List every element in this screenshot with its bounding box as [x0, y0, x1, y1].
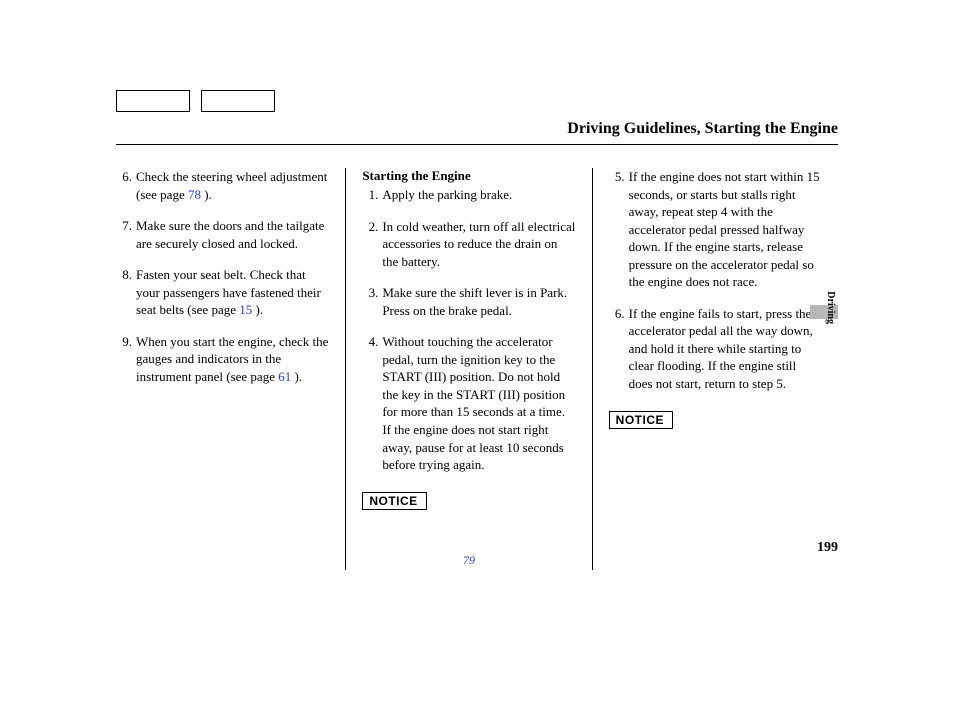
item-number: 3. [362, 284, 378, 319]
item-text: If the engine does not start within 15 s… [629, 168, 822, 291]
item-number: 7. [116, 217, 132, 252]
list-item: 6. If the engine fails to start, press t… [609, 305, 822, 393]
column-3: 5. If the engine does not start within 1… [592, 168, 838, 570]
item-text: Fasten your seat belt. Check that your p… [136, 266, 329, 319]
notice-box: NOTICE [362, 492, 426, 510]
item-number: 1. [362, 186, 378, 204]
item-number: 6. [609, 305, 625, 393]
page-link[interactable]: 61 [278, 369, 291, 384]
list-item: 6. Check the steering wheel adjustment (… [116, 168, 329, 203]
col1-list: 6. Check the steering wheel adjustment (… [116, 168, 329, 385]
item-text: Make sure the shift lever is in Park. Pr… [382, 284, 575, 319]
header-box-1 [116, 90, 190, 112]
item-number: 9. [116, 333, 132, 386]
manual-page: Driving Guidelines, Starting the Engine … [0, 0, 954, 710]
item-text: Apply the parking brake. [382, 186, 575, 204]
header-box-2 [201, 90, 275, 112]
col2-list: 1. Apply the parking brake. 2. In cold w… [362, 186, 575, 474]
item-text: Check the steering wheel adjustment (see… [136, 168, 329, 203]
item-number: 6. [116, 168, 132, 203]
page-link[interactable]: 78 [188, 187, 201, 202]
section-tab-label: Driving [825, 291, 836, 324]
item-number: 4. [362, 333, 378, 473]
item-text: When you start the engine, check the gau… [136, 333, 329, 386]
item-number: 8. [116, 266, 132, 319]
list-item: 3. Make sure the shift lever is in Park.… [362, 284, 575, 319]
item-number: 5. [609, 168, 625, 291]
footer-page-link[interactable]: 79 [346, 553, 591, 568]
notice-box: NOTICE [609, 411, 673, 429]
col3-list: 5. If the engine does not start within 1… [609, 168, 822, 393]
list-item: 2. In cold weather, turn off all electri… [362, 218, 575, 271]
list-item: 1. Apply the parking brake. [362, 186, 575, 204]
item-text: In cold weather, turn off all electrical… [382, 218, 575, 271]
page-title: Driving Guidelines, Starting the Engine [567, 120, 838, 138]
column-2: Starting the Engine 1. Apply the parking… [345, 168, 591, 570]
list-item: 9. When you start the engine, check the … [116, 333, 329, 386]
list-item: 4. Without touching the accelerator peda… [362, 333, 575, 473]
page-link[interactable]: 15 [239, 302, 252, 317]
list-item: 8. Fasten your seat belt. Check that you… [116, 266, 329, 319]
top-box-row [116, 90, 283, 112]
item-number: 2. [362, 218, 378, 271]
item-text: If the engine fails to start, press the … [629, 305, 822, 393]
section-heading: Starting the Engine [362, 168, 575, 184]
title-rule [116, 144, 838, 145]
column-1: 6. Check the steering wheel adjustment (… [116, 168, 345, 570]
item-text: Without touching the accelerator pedal, … [382, 333, 575, 473]
item-text: Make sure the doors and the tailgate are… [136, 217, 329, 252]
content-columns: 6. Check the steering wheel adjustment (… [116, 168, 838, 570]
page-number: 199 [817, 540, 838, 556]
list-item: 5. If the engine does not start within 1… [609, 168, 822, 291]
list-item: 7. Make sure the doors and the tailgate … [116, 217, 329, 252]
